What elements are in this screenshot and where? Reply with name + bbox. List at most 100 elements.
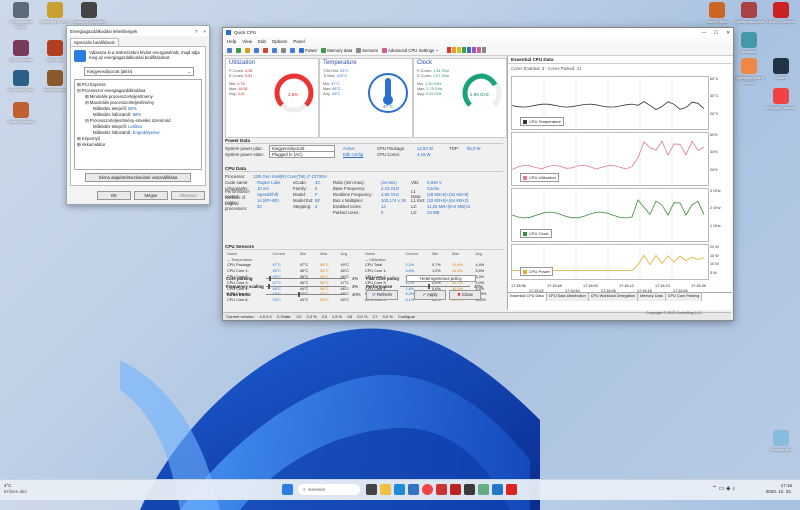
palette-swatch[interactable] [481, 47, 486, 53]
edge-icon[interactable] [394, 484, 405, 495]
toolbar-icon[interactable] [290, 47, 295, 53]
slider-handle[interactable] [298, 292, 300, 297]
palette-swatch[interactable] [456, 47, 461, 53]
status-item[interactable]: Configure [398, 314, 415, 319]
toolbar-advanced-button[interactable]: Advanced CPU Settings ⌄ [382, 47, 439, 53]
tab-cpu-workload-delegation[interactable]: CPU Workload Delegation [588, 293, 638, 301]
desktop-icon[interactable]: Ice Watch Day [4, 70, 38, 92]
desktop-icon[interactable]: Goldfish Island [4, 102, 38, 124]
desktop-icon[interactable]: Crysis Anime Game [4, 2, 38, 29]
app-icon[interactable] [506, 484, 517, 495]
chart-legend-tag[interactable]: CPU Clock [520, 229, 552, 238]
tree-item-value[interactable]: Letiltva [128, 124, 142, 129]
desktop-icon[interactable]: CyberpunkAnime [732, 2, 766, 24]
menu-item[interactable]: Help [227, 39, 236, 44]
menu-item[interactable]: Options [272, 39, 288, 44]
power-plan-select[interactable]: Kiegyensúlyozott [aktív] ⌄ [84, 67, 194, 76]
close-button[interactable]: ✕ [726, 30, 730, 36]
desktop-icon[interactable]: Bf Sh Anime [4, 40, 38, 62]
toolbar-icon[interactable] [263, 47, 268, 53]
minimize-button[interactable]: — [702, 30, 707, 35]
clock[interactable]: 17:16 2023. 12. 22. [756, 483, 792, 494]
desktop-icon[interactable]: Cyberpunk 2077 [38, 2, 72, 24]
settings-tree[interactable]: ⊞ PCI Express ⊟ Processzor energiagazdál… [74, 79, 202, 170]
desktop-icon[interactable]: Notepad [732, 32, 766, 54]
toolbar-icon[interactable] [245, 47, 250, 53]
apply-button[interactable]: ✔ Apply [414, 289, 446, 300]
palette-swatch[interactable] [476, 47, 481, 53]
aida64-icon[interactable] [450, 484, 461, 495]
close-button[interactable]: ✖ Close [449, 289, 481, 300]
desktop-icon[interactable]: Steam [764, 58, 798, 80]
menu-item[interactable]: Edit [258, 39, 266, 44]
file-explorer-icon[interactable] [380, 484, 391, 495]
chart-legend-tag[interactable]: CPU Temperature [520, 117, 564, 126]
pe-core-policy-dropdown[interactable]: Heterogeneous policy [406, 274, 476, 282]
refresh-button[interactable]: ⟳ Refresh [366, 289, 398, 300]
tab-cpu-data-distribution[interactable]: CPU Data Distribution [546, 293, 589, 301]
chrome-icon[interactable] [422, 484, 433, 495]
frequency-scaling-slider[interactable] [266, 283, 346, 289]
toolbar-icon[interactable] [254, 47, 259, 53]
slider-handle[interactable] [268, 283, 271, 289]
tree-item[interactable]: ⊞ Akkumulátor [77, 142, 199, 148]
help-button[interactable]: ? [195, 29, 198, 34]
tab-cpu-core-parking[interactable]: CPU Core Parking [665, 293, 702, 301]
toolbar-icon[interactable] [272, 47, 277, 53]
core-parking-slider[interactable] [266, 275, 346, 281]
palette-swatch[interactable] [461, 47, 466, 53]
slider-handle[interactable] [428, 283, 430, 289]
store-icon[interactable] [408, 484, 419, 495]
description-text: Válassza ki a testreszabni kívánt energi… [89, 50, 200, 61]
toolbar-icon[interactable] [236, 47, 241, 53]
search-box[interactable]: ⌕ Keresés [298, 484, 360, 495]
terminal-icon[interactable] [464, 484, 475, 495]
tab-memory-data[interactable]: Memory Data [637, 293, 666, 301]
toolbar-icon[interactable] [281, 47, 286, 53]
desktop-icon[interactable]: Mass Effect [700, 2, 734, 24]
quick-cpu-taskbar-icon[interactable] [492, 484, 503, 495]
tab-essential-cpu-data[interactable]: Essential CPU Data [508, 293, 547, 301]
desktop-icon-label: Notepad [741, 49, 757, 54]
menu-item[interactable]: View [242, 39, 252, 44]
task-view-icon[interactable] [366, 484, 377, 495]
apply-button[interactable]: Alkalmaz [171, 191, 205, 200]
weather-widget[interactable]: 4°C Erősen akó [4, 483, 27, 494]
cancel-button[interactable]: Mégse [134, 191, 168, 200]
menu-item[interactable]: Panel [293, 39, 305, 44]
toolbar-power-button[interactable]: Power [299, 47, 317, 53]
color-palette[interactable] [446, 47, 486, 53]
restore-defaults-button[interactable]: Séma alapértelmezéseinek visszaállítása [85, 173, 191, 182]
app-icon[interactable] [436, 484, 447, 495]
palette-swatch[interactable] [446, 47, 451, 53]
desktop-icon[interactable]: Google Chrome [764, 88, 798, 110]
close-button[interactable]: × [203, 29, 206, 34]
palette-swatch[interactable] [466, 47, 471, 53]
desktop-icon[interactable]: AIDA64 Extreme [764, 2, 798, 24]
edit-config-link[interactable]: Edit config [343, 152, 377, 157]
chart-legend-tag[interactable]: CPU Power [520, 267, 553, 276]
desktop-icon[interactable]: Ghost of Tsushima [72, 2, 106, 24]
palette-swatch[interactable] [451, 47, 456, 53]
desktop-icon[interactable]: Gigabyte Control Center [732, 58, 766, 85]
palette-swatch[interactable] [471, 47, 476, 53]
start-icon[interactable] [282, 484, 293, 495]
performance-slider[interactable] [400, 283, 470, 289]
turbo-boost-slider[interactable] [266, 292, 346, 297]
chart-legend-tag[interactable]: CPU Utilization [520, 173, 559, 182]
toolbar-icon[interactable] [227, 47, 232, 53]
maximize-button[interactable]: ☐ [714, 30, 718, 36]
slider-handle[interactable] [269, 275, 272, 281]
tree-item-value[interactable]: Engedélyezve [133, 130, 160, 135]
ok-button[interactable]: OK [97, 191, 131, 200]
toolbar-memory-button[interactable]: Memory data [321, 47, 352, 53]
cpu-data-label: L1 Inst: [411, 197, 426, 203]
tray-icons[interactable]: ⌃ ▭ ◈ ♪ [712, 485, 735, 492]
app-icon[interactable] [478, 484, 489, 495]
tree-item-value[interactable]: 50% [128, 106, 137, 111]
tab-advanced-settings[interactable]: Speciális beállítások [70, 38, 119, 46]
toolbar-sensors-button[interactable]: Sensors [356, 47, 378, 53]
desktop-icon[interactable]: Recycle Bin [764, 430, 798, 452]
tree-item-value[interactable]: 99% [133, 112, 142, 117]
power-state-dropdown[interactable]: Plugged In (AC) [269, 150, 335, 158]
